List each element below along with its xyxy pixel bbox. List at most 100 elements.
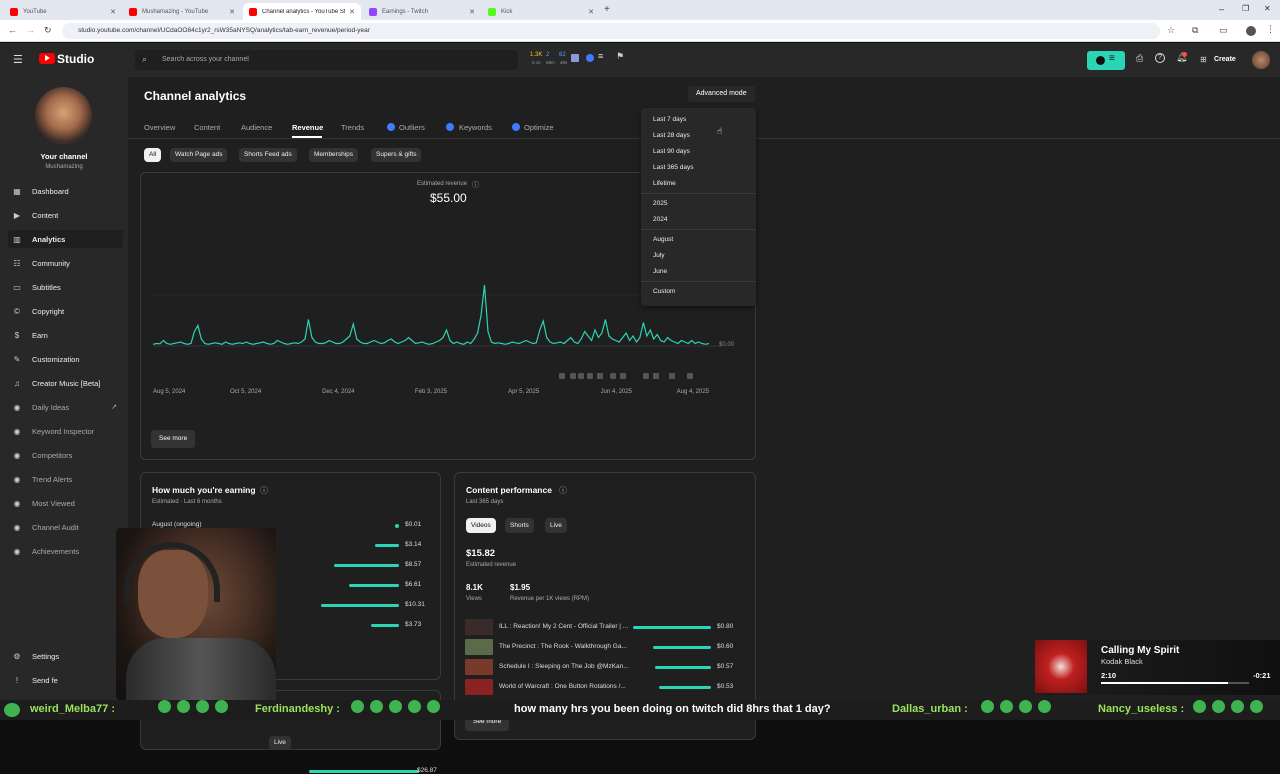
menu-item-2025[interactable]: 2025 [653, 200, 667, 207]
menu-item-2024[interactable]: 2024 [653, 216, 667, 223]
close-icon[interactable]: ✕ [225, 8, 235, 16]
chip-supers-gifts[interactable]: Supers & gifts [371, 148, 422, 162]
sidebar-item-send-feedback[interactable]: ! Send fe [8, 671, 123, 689]
see-more-button[interactable]: See more [151, 430, 196, 448]
video-title[interactable]: Schedule I : Sleeping on The Job @MzKan.… [499, 663, 629, 670]
profile-avatar-icon[interactable] [1246, 26, 1256, 36]
sidebar-item-customization[interactable]: ✎ Customization [8, 350, 123, 368]
create-button[interactable]: ⊞ Create [1196, 51, 1240, 70]
extension-badge-icon[interactable]: ⚑ [616, 51, 624, 62]
upload-marker[interactable] [669, 373, 675, 379]
toolbar-icon[interactable] [571, 54, 579, 62]
sidebar-item-most-viewed[interactable]: ◉ Most Viewed [8, 494, 123, 512]
back-icon[interactable]: ← [8, 25, 17, 35]
vidiq-icon[interactable] [586, 54, 594, 62]
video-title[interactable]: ILL : Reaction! My 2 Cent - Official Tra… [499, 623, 629, 630]
sidebar-item-analytics[interactable]: ▥ Analytics [8, 230, 123, 248]
sidebar-icon[interactable]: ▭ [1219, 25, 1228, 36]
video-thumbnail[interactable] [465, 619, 493, 635]
chip-all[interactable]: All [144, 148, 162, 162]
sidebar-item-copyright[interactable]: © Copyright [8, 302, 123, 320]
menu-item-lifetime[interactable]: Lifetime [653, 180, 676, 187]
sidebar-item-daily-ideas[interactable]: ◉ Daily Ideas ↗ [8, 398, 123, 416]
extensions-icon[interactable]: ⧉ [1192, 25, 1198, 36]
sidebar-item-keyword-inspector[interactable]: ◉ Keyword Inspector [8, 422, 123, 440]
list-icon[interactable]: ≡ [598, 51, 603, 61]
menu-item-last-365-days[interactable]: Last 365 days [653, 164, 693, 171]
browser-tab[interactable]: Earnings - Twitch ✕ [363, 3, 481, 20]
menu-item-last-28-days[interactable]: Last 28 days [653, 132, 690, 139]
menu-item-last-90-days[interactable]: Last 90 days [653, 148, 690, 155]
upload-marker[interactable] [578, 373, 584, 379]
window-close-icon[interactable]: ✕ [1264, 4, 1271, 13]
upload-marker[interactable] [570, 373, 576, 379]
chip-watch-page-ads[interactable]: Watch Page ads [170, 148, 228, 162]
sidebar-item-achievements[interactable]: ◉ Achievements [8, 542, 123, 560]
sidebar-item-earn[interactable]: $ Earn [8, 326, 123, 344]
reload-icon[interactable]: ↻ [44, 25, 52, 36]
forward-icon[interactable]: → [26, 25, 35, 35]
minimize-icon[interactable]: – [1219, 4, 1224, 14]
channel-avatar[interactable] [35, 87, 92, 144]
chip-shorts[interactable]: Shorts [505, 518, 534, 533]
new-tab-button[interactable]: + [604, 4, 610, 15]
tab-keywords[interactable]: Keywords [459, 123, 492, 132]
close-icon[interactable]: ✕ [345, 8, 355, 16]
close-icon[interactable]: ✕ [106, 8, 116, 16]
browser-tab[interactable]: Kick ✕ [482, 3, 600, 20]
bookmark-star-icon[interactable]: ☆ [1167, 25, 1175, 36]
upload-marker[interactable] [597, 373, 603, 379]
tab-audience[interactable]: Audience [241, 123, 272, 132]
live-status-button[interactable]: ≡ [1087, 51, 1125, 70]
upload-marker[interactable] [587, 373, 593, 379]
help-icon[interactable]: ? [1155, 53, 1165, 63]
sidebar-item-settings[interactable]: ⚙ Settings [8, 647, 123, 665]
sidebar-item-subtitles[interactable]: ▭ Subtitles [8, 278, 123, 296]
upload-marker[interactable] [687, 373, 693, 379]
browser-tab[interactable]: YouTube ✕ [4, 3, 122, 20]
upload-marker[interactable] [610, 373, 616, 379]
sidebar-item-dashboard[interactable]: ▦ Dashboard [8, 182, 123, 200]
info-icon[interactable]: ⓘ [472, 180, 479, 190]
chip-videos[interactable]: Videos [466, 518, 496, 533]
menu-item-august[interactable]: August [653, 236, 673, 243]
sidebar-item-channel-audit[interactable]: ◉ Channel Audit [8, 518, 123, 536]
tab-revenue[interactable]: Revenue [292, 123, 323, 132]
tab-overview[interactable]: Overview [144, 123, 175, 132]
video-thumbnail[interactable] [465, 639, 493, 655]
advanced-mode-button[interactable]: Advanced mode [688, 86, 755, 102]
browser-tab-active[interactable]: Channel analytics - YouTube Studio ✕ [243, 3, 361, 20]
browser-tab[interactable]: Mushamazing - YouTube ✕ [123, 3, 241, 20]
video-title[interactable]: World of Warcraft : One Button Rotations… [499, 683, 629, 690]
sidebar-item-community[interactable]: ☷ Community [8, 254, 123, 272]
tab-content[interactable]: Content [194, 123, 220, 132]
chip-shorts-feed-ads[interactable]: Shorts Feed ads [239, 148, 297, 162]
sidebar-item-trend-alerts[interactable]: ◉ Trend Alerts [8, 470, 123, 488]
video-thumbnail[interactable] [465, 679, 493, 695]
maximize-icon[interactable]: ❐ [1242, 4, 1249, 13]
upload-marker[interactable] [559, 373, 565, 379]
account-avatar[interactable] [1252, 51, 1270, 69]
close-icon[interactable]: ✕ [584, 8, 594, 16]
chip-live[interactable]: Live [269, 736, 291, 750]
upload-marker[interactable] [643, 373, 649, 379]
upload-marker[interactable] [653, 373, 659, 379]
sidebar-item-content[interactable]: ▶ Content [8, 206, 123, 224]
browser-menu-icon[interactable]: ⋮ [1266, 24, 1275, 35]
address-bar[interactable]: studio.youtube.com/channel/UCdaOO84c1yr2… [62, 23, 1160, 39]
close-icon[interactable]: ✕ [465, 8, 475, 16]
video-title[interactable]: The Precinct : The Rook - Walkthrough Ga… [499, 643, 629, 650]
chip-memberships[interactable]: Memberships [309, 148, 359, 162]
menu-item-custom[interactable]: Custom [653, 288, 675, 295]
studio-logo-text[interactable]: Studio [57, 52, 94, 66]
chip-live[interactable]: Live [545, 518, 567, 533]
upload-marker[interactable] [620, 373, 626, 379]
menu-item-june[interactable]: June [653, 268, 667, 275]
feedback-icon[interactable]: ⎙ [1136, 53, 1143, 64]
channel-search-field[interactable]: ⌕ Search across your channel [135, 50, 518, 70]
sidebar-item-competitors[interactable]: ◉ Competitors [8, 446, 123, 464]
video-thumbnail[interactable] [465, 659, 493, 675]
hamburger-menu-icon[interactable]: ☰ [13, 53, 23, 66]
tab-optimize[interactable]: Optimize [524, 123, 554, 132]
menu-item-july[interactable]: July [653, 252, 665, 259]
